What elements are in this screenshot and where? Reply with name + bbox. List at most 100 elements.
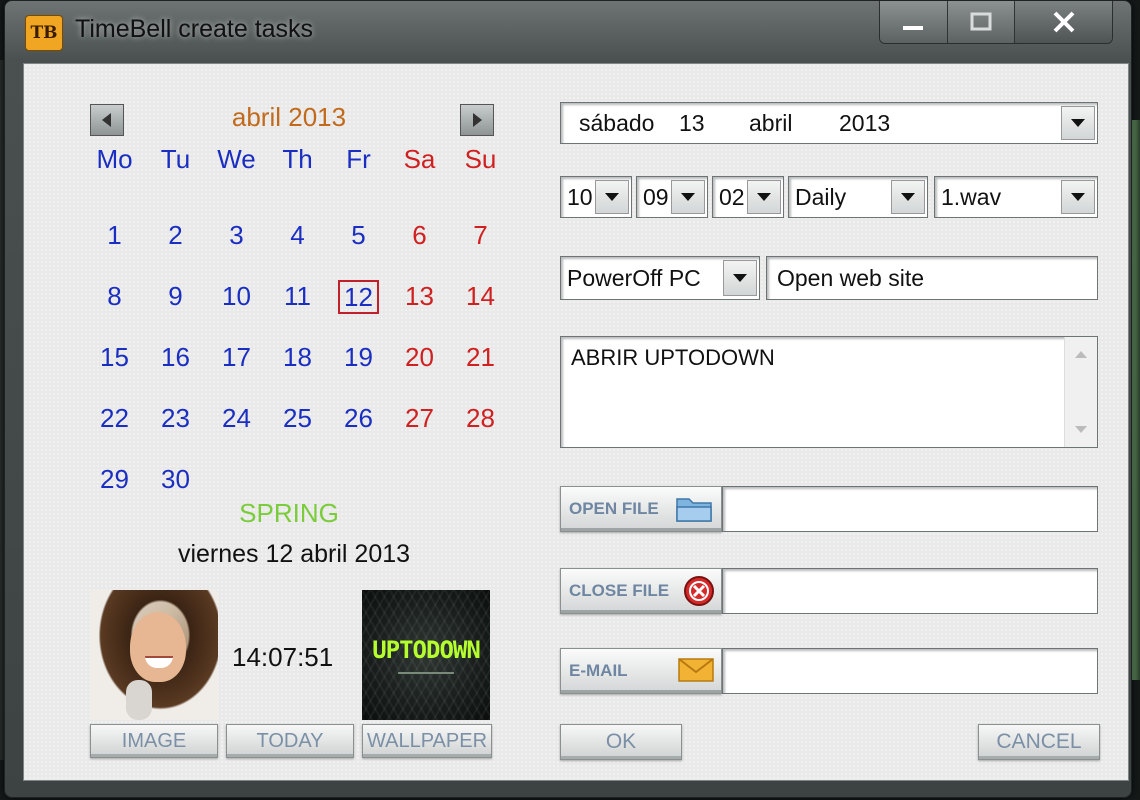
folder-icon [676, 498, 712, 522]
open-file-field[interactable] [722, 486, 1098, 532]
close-circle-icon [684, 576, 714, 606]
weekday-header: Su [464, 144, 497, 174]
email-button[interactable]: E-MAIL [560, 648, 722, 694]
timebell-window: TB TimeBell create tasks abril 2013 Mo T… [4, 0, 1132, 798]
window-controls [879, 1, 1113, 44]
chevron-down-icon[interactable] [891, 180, 925, 214]
envelope-icon [678, 658, 714, 682]
calendar-day[interactable]: 9 [145, 266, 206, 327]
second-select[interactable]: 02 [712, 176, 784, 218]
close-button[interactable] [1014, 1, 1112, 43]
title-bar[interactable]: TB TimeBell create tasks [5, 1, 1131, 63]
chevron-down-icon[interactable] [747, 180, 781, 214]
minute-select[interactable]: 09 [636, 176, 708, 218]
image-button[interactable]: IMAGE [90, 724, 218, 758]
repeat-select[interactable]: Daily [788, 176, 928, 218]
scroll-down-icon[interactable] [1075, 426, 1087, 433]
date-day-name: sábado [579, 110, 655, 136]
calendar-day[interactable]: 29 [84, 449, 145, 510]
scroll-up-icon[interactable] [1075, 351, 1087, 358]
calendar-day[interactable]: 5 [328, 205, 389, 266]
calendar-day[interactable]: 22 [84, 388, 145, 449]
calendar-day-selected[interactable]: 12 [328, 266, 389, 327]
weekday-header: Mo [96, 144, 133, 174]
action-target-field[interactable]: Open web site [766, 256, 1098, 300]
weekday-header: Sa [403, 144, 436, 174]
selected-day-number: 12 [338, 279, 379, 314]
maximize-button[interactable] [946, 1, 1015, 43]
message-text: ABRIR UPTODOWN [571, 345, 775, 370]
close-icon [1053, 11, 1075, 33]
weekday-header: Tu [160, 144, 191, 174]
calendar-day[interactable]: 2 [145, 205, 206, 266]
open-file-button[interactable]: OPEN FILE [560, 486, 722, 532]
calendar-day[interactable]: 8 [84, 266, 145, 327]
weekday-header: Th [282, 144, 313, 174]
close-file-field[interactable] [722, 568, 1098, 614]
today-button[interactable]: TODAY [226, 724, 354, 758]
calendar-day[interactable]: 13 [389, 266, 450, 327]
repeat-value: Daily [795, 184, 847, 210]
message-scrollbar[interactable] [1064, 337, 1097, 447]
chevron-down-icon[interactable] [671, 180, 705, 214]
right-arrow-icon [473, 113, 482, 127]
close-file-button[interactable]: CLOSE FILE [560, 568, 722, 614]
minimize-icon [903, 26, 924, 30]
calendar-day[interactable]: 14 [450, 266, 511, 327]
ok-button[interactable]: OK [560, 724, 682, 760]
close-file-label: CLOSE FILE [569, 581, 670, 600]
calendar-month-title: abril 2013 [231, 102, 347, 132]
wallpaper-preview: UPTODOWN [362, 590, 490, 720]
calendar-day[interactable]: 20 [389, 327, 450, 388]
date-day: 13 [679, 110, 705, 136]
calendar-grid: Mo Tu We Th Fr Sa Su 1 2 3 4 5 6 7 8 9 1… [84, 144, 511, 510]
wallpaper-button[interactable]: WALLPAPER [362, 724, 492, 758]
next-month-button[interactable] [460, 104, 494, 136]
calendar-day[interactable]: 19 [328, 327, 389, 388]
calendar-day[interactable]: 26 [328, 388, 389, 449]
date-month: abril [749, 110, 793, 136]
weekday-header: We [217, 144, 256, 174]
calendar-day[interactable]: 21 [450, 327, 511, 388]
task-image-preview [90, 590, 218, 720]
current-date-label: viernes 12 abril 2013 [177, 540, 411, 568]
minimize-button[interactable] [880, 1, 947, 43]
uptodown-logo: UPTODOWN [372, 636, 481, 664]
calendar-day[interactable]: 27 [389, 388, 450, 449]
action-target-value: Open web site [777, 265, 925, 291]
season-label: SPRING [239, 498, 339, 528]
message-textarea[interactable]: ABRIR UPTODOWN [560, 336, 1098, 448]
calendar-day[interactable]: 15 [84, 327, 145, 388]
chevron-down-icon[interactable] [1061, 106, 1095, 140]
calendar-day[interactable]: 25 [267, 388, 328, 449]
window-title: TimeBell create tasks [75, 15, 314, 43]
action-value: PowerOff PC [567, 265, 701, 291]
calendar-day[interactable]: 23 [145, 388, 206, 449]
date-year: 2013 [839, 110, 891, 136]
calendar-day[interactable]: 4 [267, 205, 328, 266]
action-select[interactable]: PowerOff PC [560, 256, 760, 300]
email-label: E-MAIL [569, 661, 628, 680]
hour-select[interactable]: 10 [560, 176, 632, 218]
sound-select[interactable]: 1.wav [934, 176, 1098, 218]
calendar-day[interactable]: 28 [450, 388, 511, 449]
calendar-day[interactable]: 7 [450, 205, 511, 266]
calendar-day[interactable]: 16 [145, 327, 206, 388]
calendar-day[interactable]: 17 [206, 327, 267, 388]
email-field[interactable] [722, 648, 1098, 694]
prev-month-button[interactable] [90, 104, 124, 136]
calendar-day[interactable]: 1 [84, 205, 145, 266]
calendar-day[interactable]: 10 [206, 266, 267, 327]
calendar-day[interactable]: 3 [206, 205, 267, 266]
date-select[interactable]: sábado 13 abril 2013 [560, 102, 1098, 144]
left-arrow-icon [102, 113, 111, 127]
calendar-day[interactable]: 24 [206, 388, 267, 449]
calendar-day[interactable]: 18 [267, 327, 328, 388]
chevron-down-icon[interactable] [1061, 180, 1095, 214]
calendar-day[interactable]: 11 [267, 266, 328, 327]
chevron-down-icon[interactable] [723, 260, 757, 296]
calendar-day[interactable]: 6 [389, 205, 450, 266]
weekday-header: Fr [346, 144, 371, 174]
chevron-down-icon[interactable] [595, 180, 629, 214]
cancel-button[interactable]: CANCEL [978, 724, 1100, 760]
